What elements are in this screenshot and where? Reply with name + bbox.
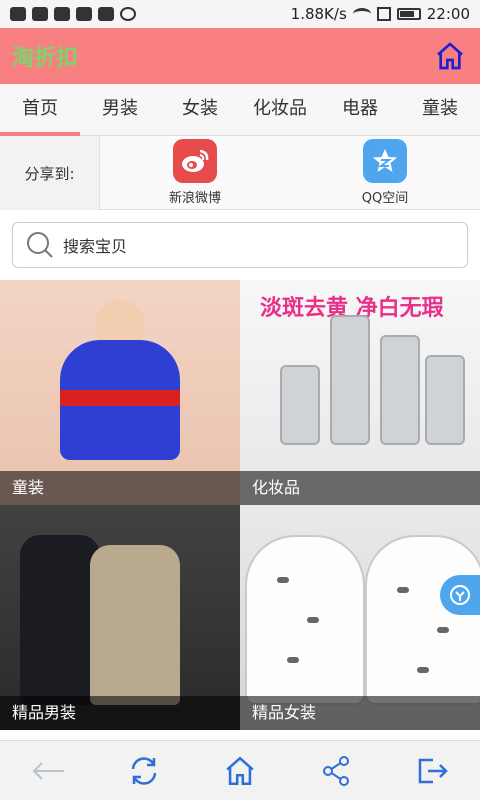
share-button[interactable]	[312, 747, 360, 795]
womens-dress-shape-1	[245, 535, 365, 705]
home-nav-button[interactable]	[216, 747, 264, 795]
share-bar: 分享到: 新浪微博 QQ空间	[0, 136, 480, 210]
bottom-toolbar	[0, 740, 480, 800]
share-label: 分享到:	[0, 136, 100, 210]
home-button[interactable]	[432, 38, 468, 74]
grid-icon	[98, 7, 114, 21]
mens-suit-shape	[20, 535, 100, 705]
bottle-3	[380, 335, 420, 445]
status-bar: 1.88K/s 22:00	[0, 0, 480, 28]
category-tabs: 首页 男装 女装 化妆品 电器 童装	[0, 84, 480, 136]
share-icon	[323, 755, 349, 786]
search-placeholder: 搜索宝贝	[63, 237, 128, 256]
emoji-icon	[120, 7, 136, 21]
tile-cosmetics[interactable]: 淡斑去黄 净白无瑕 化妆品	[240, 280, 480, 505]
tab-electronics[interactable]: 电器	[320, 84, 400, 136]
tile-womens-label: 精品女装	[240, 696, 480, 730]
womens-dress-shape-2	[365, 535, 480, 705]
tile-womens[interactable]: 精品女装	[240, 505, 480, 730]
kids-belt-shape	[60, 390, 180, 406]
share-weibo-label: 新浪微博	[168, 191, 221, 206]
floating-action-button[interactable]	[440, 575, 480, 615]
tile-mens[interactable]: 精品男装	[0, 505, 240, 730]
tile-cosmetics-label: 化妆品	[240, 471, 480, 505]
bottle-2	[330, 315, 370, 445]
app-icon	[76, 7, 92, 21]
message-icon	[10, 7, 26, 21]
clock: 22:00	[426, 5, 470, 23]
tile-kids-label: 童装	[0, 471, 240, 505]
share-weibo-button[interactable]: 新浪微博	[100, 136, 290, 209]
search-icon	[27, 232, 53, 258]
bottle-1	[280, 365, 320, 445]
app-header: 淘折扣	[0, 28, 480, 84]
notification-icons	[10, 7, 136, 21]
home-icon	[437, 42, 463, 70]
category-grid: 童装 淡斑去黄 净白无瑕 化妆品 精品男装 精品女装	[0, 280, 480, 730]
tile-kids[interactable]: 童装	[0, 280, 240, 505]
search-input[interactable]: 搜索宝贝	[12, 222, 468, 268]
exit-button[interactable]	[408, 747, 456, 795]
refresh-button[interactable]	[120, 747, 168, 795]
back-button[interactable]	[24, 747, 72, 795]
tab-cosmetics[interactable]: 化妆品	[240, 84, 320, 136]
home-outline-icon	[226, 756, 254, 785]
tile-mens-label: 精品男装	[0, 696, 240, 730]
search-area: 搜索宝贝	[0, 210, 480, 280]
tab-kids[interactable]: 童装	[400, 84, 480, 136]
usb-icon	[54, 7, 70, 21]
tab-mens[interactable]: 男装	[80, 84, 160, 136]
back-arrow-icon	[32, 761, 64, 780]
qzone-icon	[363, 139, 407, 183]
tab-womens[interactable]: 女装	[160, 84, 240, 136]
weibo-icon	[173, 139, 217, 183]
qq-icon	[32, 7, 48, 21]
mens-coat-shape	[90, 545, 180, 705]
network-speed: 1.88K/s	[290, 5, 347, 23]
exit-icon	[418, 758, 448, 783]
refresh-icon	[131, 756, 157, 785]
wifi-icon	[352, 8, 371, 20]
sim-icon	[376, 7, 391, 21]
app-title: 淘折扣	[12, 46, 79, 71]
battery-icon	[396, 8, 421, 20]
tab-home[interactable]: 首页	[0, 84, 80, 136]
bottle-4	[425, 355, 465, 445]
floating-icon	[450, 585, 470, 605]
share-qzone-label: QQ空间	[361, 191, 409, 206]
share-qzone-button[interactable]: QQ空间	[290, 136, 480, 209]
